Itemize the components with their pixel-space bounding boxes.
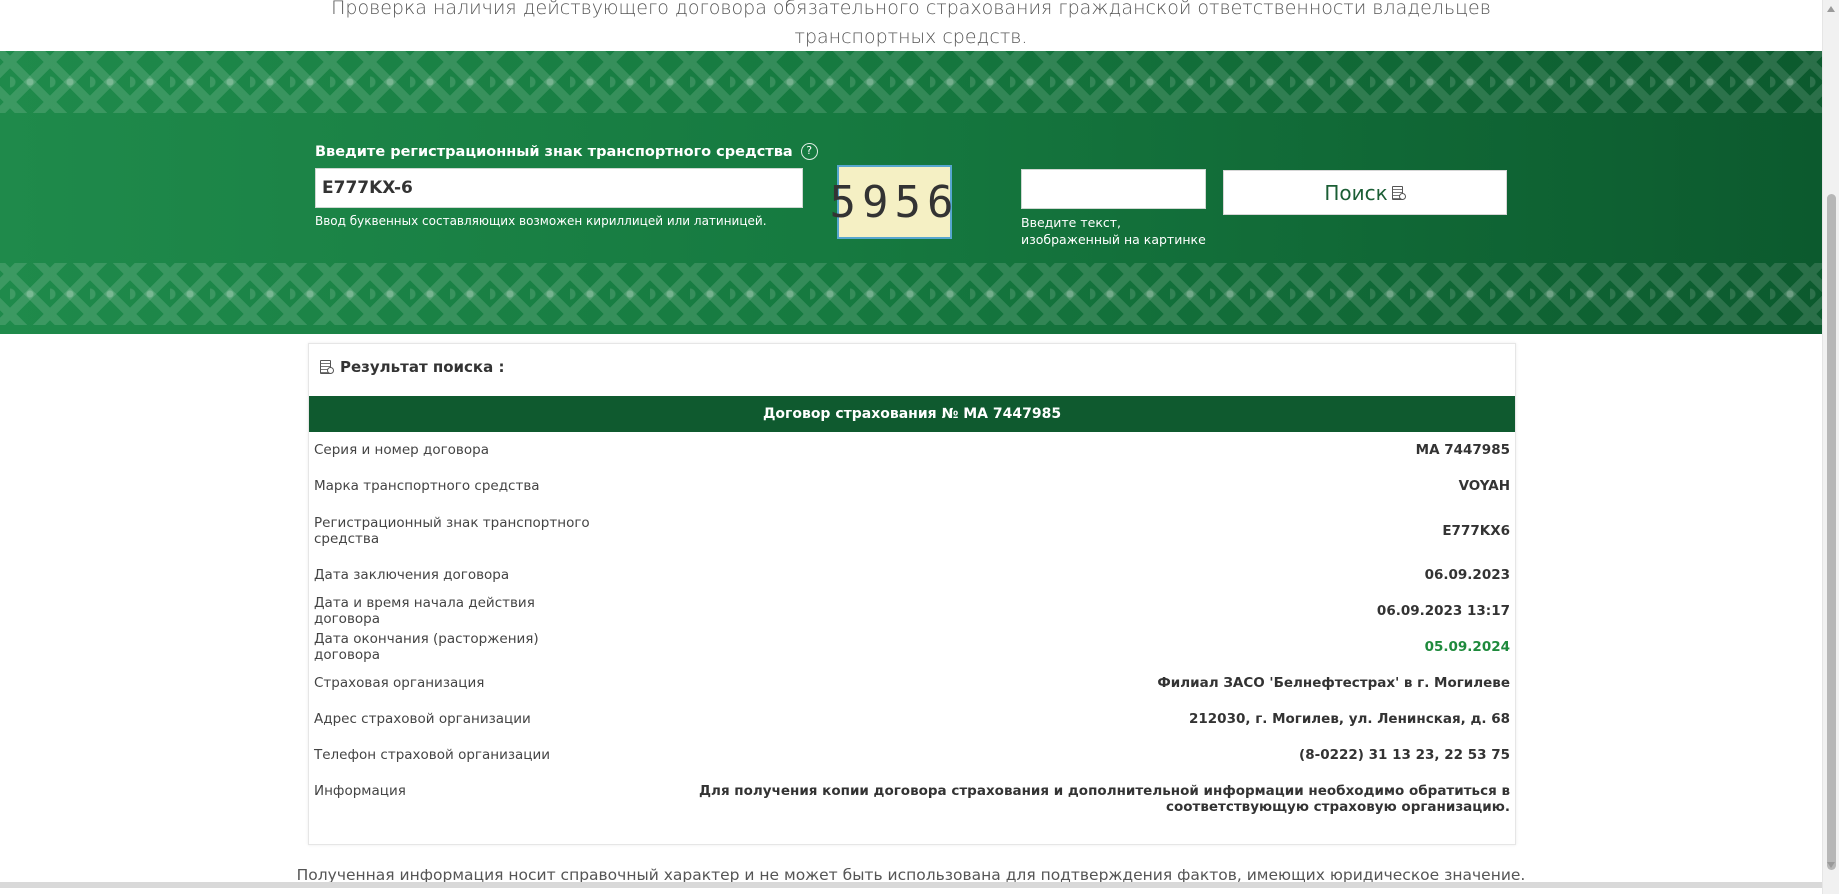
captcha-hint-line-1: Введите текст, xyxy=(1021,215,1121,230)
help-icon[interactable]: ? xyxy=(800,143,818,160)
detail-label: Дата заключения договора xyxy=(314,567,510,583)
search-result-card: Результат поиска : Договор страхования №… xyxy=(308,343,1516,845)
detail-row-contract-number: Серия и номер договора МА 7447985 xyxy=(309,432,1515,468)
captcha-image: 5956 xyxy=(830,165,953,239)
detail-row-vehicle-make: Марка транспортного средства VOYAH xyxy=(309,468,1515,504)
detail-label: Дата и время начала действия договора xyxy=(314,595,535,627)
reg-number-input[interactable]: E777KX-6 xyxy=(315,168,803,208)
vertical-scrollbar[interactable] xyxy=(1822,0,1839,894)
detail-row-insurer-address: Адрес страховой организации 212030, г. М… xyxy=(309,701,1515,737)
result-title-text: Результат поиска : xyxy=(340,358,505,376)
scroll-down-icon[interactable] xyxy=(1827,862,1835,868)
detail-value: 06.09.2023 13:17 xyxy=(1376,603,1510,619)
scroll-up-icon[interactable] xyxy=(1827,6,1835,12)
detail-label: Информация xyxy=(314,783,406,799)
page-title-line-1: Проверка наличия действующего договора о… xyxy=(331,0,1491,19)
detail-value: МА 7447985 xyxy=(1415,442,1510,458)
reg-number-hint: Ввод буквенных составляющих возможен кир… xyxy=(315,214,767,228)
horizontal-scrollbar[interactable] xyxy=(0,882,1822,888)
reg-number-label: Введите регистрационный знак транспортно… xyxy=(315,143,818,160)
detail-row-insurer: Страховая организация Филиал ЗАСО 'Белне… xyxy=(309,665,1515,701)
detail-row-contract-date: Дата заключения договора 06.09.2023 xyxy=(309,557,1515,593)
ornament-top xyxy=(0,51,1822,113)
contract-header: Договор страхования № МА 7447985 xyxy=(309,396,1515,432)
page-title: Проверка наличия действующего договора о… xyxy=(0,0,1822,52)
detail-row-end-date: Дата окончания (расторжения) договора 05… xyxy=(309,629,1515,665)
captcha-hint: Введите текст, изображенный на картинке xyxy=(1021,214,1221,248)
result-title: Результат поиска : xyxy=(320,358,504,376)
scroll-thumb[interactable] xyxy=(1827,194,1836,870)
detail-row-information: Информация Для получения копии договора … xyxy=(309,773,1515,815)
detail-value: Для получения копии договора страхования… xyxy=(699,783,1510,815)
detail-value: Филиал ЗАСО 'Белнефтестрах' в г. Могилев… xyxy=(1157,675,1510,691)
contract-details: Серия и номер договора МА 7447985 Марка … xyxy=(309,432,1515,815)
captcha-hint-line-2: изображенный на картинке xyxy=(1021,232,1206,247)
detail-value: 06.09.2023 xyxy=(1424,567,1510,583)
search-button-label: Поиск xyxy=(1324,180,1388,205)
document-search-icon xyxy=(1391,185,1406,201)
detail-value: (8-0222) 31 13 23, 22 53 75 xyxy=(1299,747,1510,763)
detail-row-reg-number: Регистрационный знак транспортного средс… xyxy=(309,504,1515,557)
page-title-line-2: транспортных средств. xyxy=(794,26,1028,48)
reg-number-label-text: Введите регистрационный знак транспортно… xyxy=(315,143,793,160)
detail-label: Регистрационный знак транспортного средс… xyxy=(314,514,590,547)
page: Проверка наличия действующего договора о… xyxy=(0,0,1822,888)
detail-row-start-date: Дата и время начала действия договора 06… xyxy=(309,593,1515,629)
search-button[interactable]: Поиск xyxy=(1223,170,1507,215)
detail-value: E777KX6 xyxy=(1442,522,1510,539)
detail-value: 05.09.2024 xyxy=(1424,639,1510,655)
captcha-input[interactable] xyxy=(1021,169,1206,209)
detail-label: Дата окончания (расторжения) договора xyxy=(314,631,539,663)
ornament-bottom xyxy=(0,263,1822,325)
detail-label: Страховая организация xyxy=(314,675,485,691)
search-banner: Введите регистрационный знак транспортно… xyxy=(0,51,1822,334)
detail-label: Марка транспортного средства xyxy=(314,478,540,494)
detail-label: Телефон страховой организации xyxy=(314,747,551,763)
detail-row-insurer-phone: Телефон страховой организации (8-0222) 3… xyxy=(309,737,1515,773)
document-search-icon xyxy=(320,359,334,375)
detail-value: 212030, г. Могилев, ул. Ленинская, д. 68 xyxy=(1189,711,1510,727)
detail-label: Серия и номер договора xyxy=(314,442,489,458)
detail-label: Адрес страховой организации xyxy=(314,711,531,727)
detail-value: VOYAH xyxy=(1458,478,1510,494)
